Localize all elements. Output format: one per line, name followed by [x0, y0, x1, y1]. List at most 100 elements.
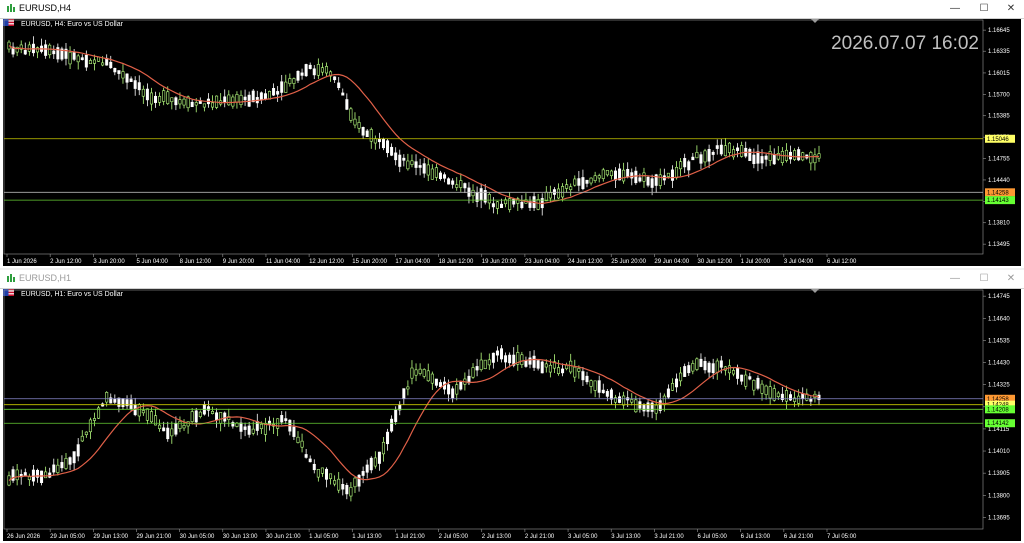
time-label: 24 Jun 12:00: [568, 259, 603, 265]
price-label: 1.14640: [988, 316, 1010, 322]
candle-body: [373, 138, 377, 144]
candle-body: [361, 127, 365, 136]
candle-body: [569, 360, 573, 373]
candle-body: [154, 415, 158, 426]
price-label: 1.16335: [988, 49, 1010, 55]
candle-body: [158, 424, 162, 429]
candle-body: [259, 423, 263, 429]
price-label: 1.15385: [988, 114, 1010, 120]
candle-body: [776, 392, 780, 397]
candle-body: [613, 397, 617, 403]
maximize-button[interactable]: ☐: [975, 271, 993, 287]
candle-body: [402, 388, 406, 399]
minimize-button[interactable]: —: [946, 271, 964, 287]
chart-canvas[interactable]: 1.16645 1.16335 1.16015 1.15700 1.15385 1.150…: [3, 19, 1021, 266]
time-label: 12 Jun 12:00: [309, 259, 344, 265]
candle-body: [365, 464, 369, 473]
candle-body: [752, 154, 756, 165]
candle-body: [211, 411, 215, 414]
candle-body: [263, 93, 267, 99]
candle-body: [174, 423, 178, 435]
candle-body: [117, 70, 121, 74]
chart-canvas[interactable]: 1.14745 1.14640 1.14535 1.14430 1.14325 1.142…: [3, 289, 1021, 541]
candle-body: [740, 374, 744, 382]
maximize-button[interactable]: ☐: [975, 1, 993, 17]
chart-window-h1[interactable]: EURUSD,H1 — ☐ ✕ EURUSD, H1: Euro vs US D…: [0, 270, 1024, 543]
candle-body: [154, 95, 158, 103]
candle-body: [609, 389, 613, 400]
price-label: 1.14440: [988, 178, 1010, 184]
candle-body: [284, 81, 288, 93]
price-chart[interactable]: EURUSD, H1: Euro vs US Dollar 1.14745 1.1…: [3, 289, 1021, 541]
candle-body: [528, 357, 532, 365]
minimize-button[interactable]: —: [946, 1, 964, 17]
candle-body: [162, 427, 166, 432]
title-bar[interactable]: EURUSD,H1 — ☐ ✕: [0, 270, 1024, 289]
candle-body: [320, 467, 324, 474]
candle-body: [744, 374, 748, 387]
time-label: 15 Jun 20:00: [352, 259, 387, 265]
candle-body: [44, 44, 48, 56]
candle-body: [736, 147, 740, 151]
time-label: 11 Jun 04:00: [266, 259, 301, 265]
price-label: 1.13905: [988, 471, 1010, 477]
candle-body: [736, 367, 740, 379]
window-title: EURUSD,H4: [19, 3, 72, 13]
candle-body: [80, 435, 84, 442]
candle-body: [40, 470, 44, 484]
candle-body: [353, 118, 357, 126]
candle-body: [699, 358, 703, 367]
candle-body: [80, 57, 84, 61]
title-bar[interactable]: EURUSD,H4 — ☐ ✕: [0, 0, 1024, 19]
candle-body: [337, 478, 341, 491]
candle-body: [345, 99, 349, 110]
candle-body: [292, 78, 296, 84]
chart-window-icon: [7, 4, 15, 12]
candle-body: [601, 169, 605, 179]
candle-body: [809, 398, 813, 402]
close-button[interactable]: ✕: [1002, 1, 1020, 17]
time-label: 19 Jun 20:00: [482, 259, 517, 265]
candle-body: [707, 149, 711, 162]
window-title: EURUSD,H1: [19, 273, 72, 283]
candle-body: [573, 178, 577, 186]
candle-body: [487, 194, 491, 204]
candle-body: [190, 411, 194, 422]
close-button[interactable]: ✕: [1002, 271, 1020, 287]
candle-body: [272, 88, 276, 96]
candle-body: [479, 188, 483, 201]
candle-body: [589, 380, 593, 387]
chart-shift-marker: [811, 289, 819, 293]
candle-body: [463, 183, 467, 189]
candle-body: [809, 152, 813, 164]
candle-body: [585, 179, 589, 184]
candle-body: [280, 81, 284, 93]
candle-body: [609, 170, 613, 177]
candle-body: [15, 469, 19, 481]
candle-body: [121, 71, 125, 79]
time-label: 1 Jul 05:00: [309, 534, 339, 540]
time-label: 6 Jul 13:00: [741, 534, 771, 540]
candle-body: [133, 80, 137, 89]
time-label: 1 Jul 13:00: [352, 534, 382, 540]
candle-body: [597, 175, 601, 179]
candle-body: [491, 352, 495, 363]
candle-body: [760, 383, 764, 394]
candle-body: [719, 360, 723, 368]
price-chart[interactable]: EURUSD, H4: Euro vs US Dollar 2026.07.07…: [3, 19, 1021, 266]
candle-body: [658, 174, 662, 186]
candle-body: [410, 367, 414, 379]
candle-body: [300, 440, 304, 448]
candle-body: [202, 103, 206, 108]
candle-body: [402, 157, 406, 161]
candle-body: [642, 172, 646, 182]
candle-body: [52, 50, 56, 55]
candle-body: [666, 388, 670, 398]
candle-body: [646, 402, 650, 412]
candle-body: [605, 170, 609, 176]
candle-body: [414, 161, 418, 168]
time-label: 1 Jul 21:00: [395, 534, 425, 540]
candle-body: [438, 382, 442, 387]
chart-window-h4[interactable]: EURUSD,H4 — ☐ ✕ EURUSD, H4: Euro vs US D…: [0, 0, 1024, 268]
candle-body: [121, 398, 125, 408]
